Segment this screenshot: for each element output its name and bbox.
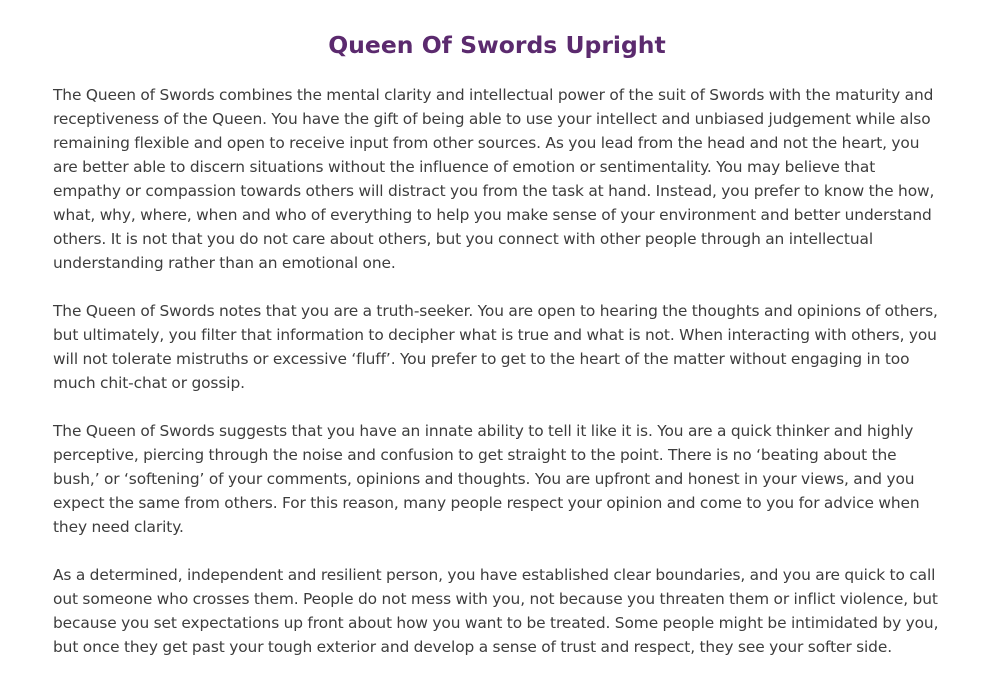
paragraph-1: The Queen of Swords combines the mental …: [53, 86, 935, 272]
paragraph-4: As a determined, independent and resilie…: [53, 566, 939, 656]
paragraph-2: The Queen of Swords notes that you are a…: [53, 302, 938, 392]
article: Queen Of Swords Upright The Queen of Swo…: [0, 0, 994, 688]
paragraph-3: The Queen of Swords suggests that you ha…: [53, 422, 920, 536]
article-body: The Queen of Swords combines the mental …: [53, 83, 941, 659]
page-title: Queen Of Swords Upright: [328, 31, 666, 59]
